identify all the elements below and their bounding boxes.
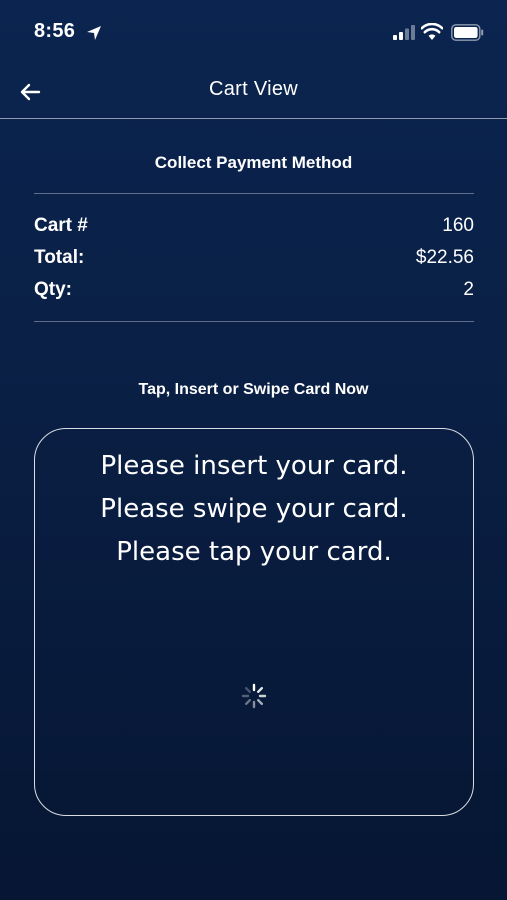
- swipe-card-message: Please swipe your card.: [100, 494, 408, 524]
- qty-row: Qty: 2: [34, 276, 474, 308]
- status-time: 8:56: [34, 20, 76, 42]
- divider: [34, 193, 474, 194]
- card-reader-box: Please insert your card. Please swipe yo…: [34, 428, 474, 816]
- total-label: Total:: [34, 247, 85, 268]
- cart-number-row: Cart # 160: [34, 212, 474, 244]
- divider: [34, 321, 474, 322]
- battery-icon: [451, 24, 484, 41]
- page-title: Cart View: [208, 78, 299, 100]
- cart-summary: Cart # 160 Total: $22.56 Qty: 2: [34, 212, 474, 308]
- cart-number-value: 160: [442, 215, 474, 236]
- location-arrow-icon: [87, 26, 101, 40]
- total-row: Total: $22.56: [34, 244, 474, 276]
- tap-card-message: Please tap your card.: [116, 537, 392, 567]
- section-title: Collect Payment Method: [154, 153, 353, 172]
- total-value: $22.56: [415, 247, 474, 268]
- status-bar: 8:56: [0, 0, 507, 66]
- nav-bar: Cart View: [0, 66, 507, 119]
- wifi-icon: [421, 23, 443, 40]
- card-prompt: Tap, Insert or Swipe Card Now: [138, 381, 369, 398]
- qty-value: 2: [463, 279, 474, 300]
- insert-card-message: Please insert your card.: [100, 451, 408, 481]
- qty-label: Qty:: [34, 279, 72, 300]
- cart-number-label: Cart #: [34, 215, 88, 236]
- signal-icon: [393, 25, 415, 40]
- spinner-icon: [241, 683, 267, 709]
- card-messages: Please insert your card. Please swipe yo…: [35, 445, 473, 574]
